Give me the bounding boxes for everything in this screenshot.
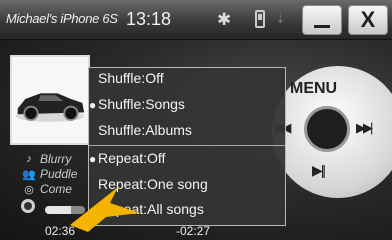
car-image — [12, 57, 88, 143]
artist-row: 👥 Puddle — [22, 167, 77, 181]
close-button[interactable]: X — [348, 5, 388, 35]
top-bar: Michael's iPhone 6S 13:18 ✱ ⇣ X — [0, 0, 392, 40]
minimize-icon — [314, 25, 330, 28]
menu-item-repeat-off[interactable]: ● Repeat:Off — [89, 150, 285, 174]
album-name: Come — [40, 182, 73, 196]
next-icon[interactable]: ▶▶| — [356, 120, 373, 136]
play-pause-icon[interactable]: ▶|| — [312, 162, 326, 179]
bluetooth-icon: ✱ — [217, 10, 232, 29]
clock: 13:18 — [126, 9, 172, 29]
disc-icon: ◎ — [24, 183, 34, 196]
song-title: Blurry — [40, 152, 72, 166]
album-art[interactable] — [10, 55, 90, 145]
pointer-arrow-icon — [70, 187, 140, 232]
menu-item-shuffle-songs[interactable]: ● Shuffle:Songs — [89, 96, 285, 120]
settings-icon[interactable] — [21, 199, 35, 213]
phone-icon — [255, 10, 265, 28]
song-row: ♪ Blurry — [22, 152, 71, 166]
usb-icon: ⇣ — [275, 11, 286, 26]
selected-dot: ● — [89, 98, 97, 112]
menu-divider — [89, 145, 285, 146]
selected-dot: ● — [89, 152, 97, 166]
menu-button[interactable]: MENU — [290, 80, 337, 98]
device-name: Michael's iPhone 6S — [6, 11, 118, 26]
album-row: ◎ Come — [22, 182, 72, 196]
artist-name: Puddle — [40, 167, 78, 181]
menu-item-shuffle-off[interactable]: Shuffle:Off — [89, 70, 285, 94]
wheel-center-button[interactable] — [304, 106, 350, 152]
player-screen: Michael's iPhone 6S 13:18 ✱ ⇣ X ♪ Blurry… — [0, 0, 392, 240]
music-note-icon: ♪ — [26, 153, 32, 165]
menu-item-shuffle-albums[interactable]: Shuffle:Albums — [89, 122, 285, 146]
progress-fill — [45, 206, 71, 214]
time-remaining: -02:27 — [176, 224, 211, 238]
artist-icon: 👥 — [22, 168, 36, 181]
minimize-button[interactable] — [302, 5, 342, 35]
click-wheel[interactable]: MENU |◀◀ ▶▶| ▶|| — [272, 66, 392, 198]
